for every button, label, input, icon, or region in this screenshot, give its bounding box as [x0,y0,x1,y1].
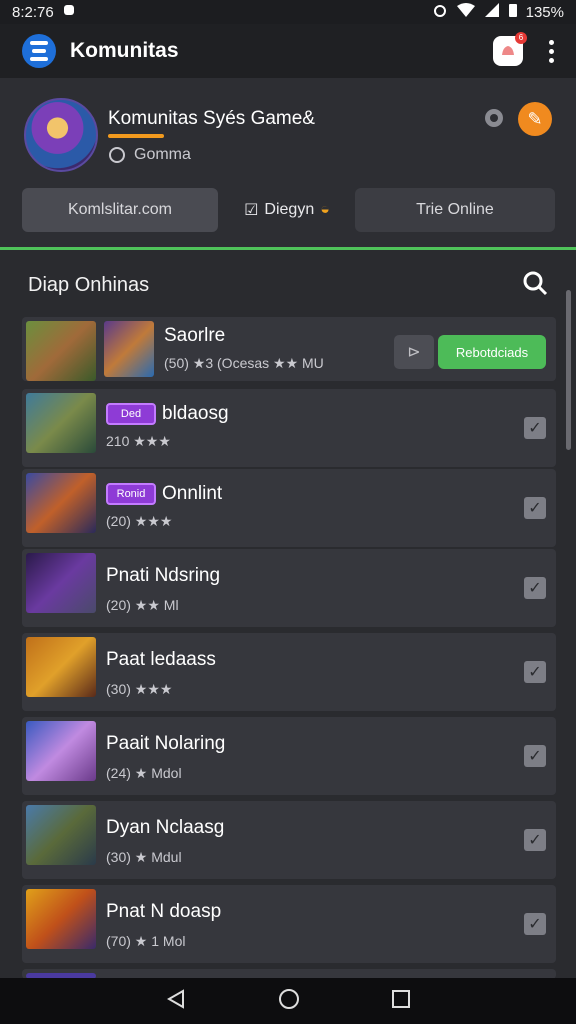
list-item[interactable]: Dyan Nclaasg (30) ★ Mdul ✓ [22,801,556,879]
tab-label: Diegyn [264,201,315,218]
community-subtitle: Gomma [134,146,191,163]
community-subtitle-row: Gomma [108,146,191,164]
check-icon: ✓ [528,420,542,437]
item-title: Pnati Ndsring [106,565,221,586]
tab-bar: Komlslitar.com ☑ Diegyn ◒ Trie Online [22,188,556,232]
scrollbar[interactable] [566,290,571,450]
check-icon: ✓ [528,832,542,849]
share-icon: ⊳ [407,344,421,361]
wifi-icon [456,2,476,22]
item-title: Paat ledaass [106,649,216,670]
check-icon: ✓ [528,664,542,681]
game-badge: Ded [106,403,156,425]
item-title: bldaosg [162,403,229,424]
app-bar: Komunitas 6 [0,24,576,78]
home-button[interactable] [278,988,300,1015]
game-thumbnail [26,721,96,781]
community-profile-card: Komunitas Syés Game& Gomma ✎ Komlslitar.… [0,78,576,250]
select-checkbox[interactable]: ✓ [524,577,546,599]
select-checkbox[interactable]: ✓ [524,829,546,851]
menu-logo-icon[interactable] [22,34,56,68]
item-title: Pnat N doasp [106,901,222,922]
list-item[interactable]: Paait Nolaring (24) ★ Mdol ✓ [22,717,556,795]
select-checkbox[interactable]: ✓ [524,745,546,767]
game-badge: Ronid [106,483,156,505]
eye-icon: ◒ [320,201,330,218]
back-button[interactable] [165,988,187,1015]
item-subtitle: (20) ★★★ [106,513,173,529]
settings-button[interactable] [482,106,506,135]
section-header: Diap Onhinas [0,253,576,317]
signal-icon [484,2,500,22]
notification-status-icon [62,3,76,21]
item-subtitle: (70) ★ 1 Mol [106,933,186,949]
recents-button[interactable] [391,989,411,1014]
item-subtitle: 210 ★★★ [106,433,171,449]
check-icon: ✓ [528,748,542,765]
alarm-icon [432,2,448,22]
action-button[interactable]: Rebotdciads [438,335,546,369]
gamepad-icon [109,147,125,163]
share-button[interactable]: ⊳ [394,335,434,369]
notification-badge: 6 [515,32,527,44]
check-icon: ✓ [528,500,542,517]
app-title: Komunitas [70,39,179,62]
item-subtitle: (50) ★3 (Ocesas ★★ MU [164,355,324,371]
community-name: Komunitas Syés Game& [108,108,315,129]
item-subtitle: (20) ★★ Ml [106,597,179,613]
game-thumbnail [26,553,96,613]
search-icon [523,271,548,295]
tab-trie-online[interactable]: Trie Online [355,188,555,232]
search-button[interactable] [522,270,548,301]
tab-komlslitar[interactable]: Komlslitar.com [22,188,218,232]
select-checkbox[interactable]: ✓ [524,497,546,519]
gear-icon [485,109,503,127]
tab-diegyn[interactable]: ☑ Diegyn ◒ [232,188,342,232]
notifications-button[interactable]: 6 [493,32,527,66]
avatar[interactable] [24,98,98,172]
list-item[interactable]: Pnati Ndsring (20) ★★ Ml ✓ [22,549,556,627]
tab-label: Komlslitar.com [67,201,173,218]
game-thumbnail [104,321,154,377]
back-triangle-icon [167,988,185,1009]
battery-level: 135% [525,3,564,21]
item-title: Paait Nolaring [106,733,226,754]
list-item[interactable]: Ronid Onnlint (20) ★★★ ✓ [22,469,556,547]
status-bar: 8:2:76 135% [0,0,576,24]
list-item[interactable]: Saorlre (50) ★3 (Ocesas ★★ MU ⊳ Rebotdci… [22,317,556,381]
select-checkbox[interactable]: ✓ [524,913,546,935]
item-title: Saorlre [164,325,226,346]
home-circle-icon [278,988,299,1009]
section-title: Diap Onhinas [28,273,150,296]
select-checkbox[interactable]: ✓ [524,417,546,439]
game-thumbnail [26,889,96,949]
tab-label: Trie Online [416,201,494,218]
item-subtitle: (30) ★ Mdul [106,849,182,865]
item-title: Dyan Nclaasg [106,817,225,838]
list-item[interactable]: Ded bldaosg 210 ★★★ ✓ [22,389,556,467]
check-icon: ✓ [528,580,542,597]
overflow-menu-icon[interactable] [549,39,554,63]
select-checkbox[interactable]: ✓ [524,661,546,683]
game-thumbnail [26,805,96,865]
battery-icon [508,2,518,22]
item-title: Onnlint [162,483,223,504]
edit-button[interactable]: ✎ [518,102,552,136]
game-thumbnail [26,393,96,453]
item-subtitle: (24) ★ Mdol [106,765,182,781]
recents-square-icon [391,989,410,1008]
item-subtitle: (30) ★★★ [106,681,173,697]
game-thumbnail [26,473,96,533]
pencil-icon: ✎ [527,108,543,129]
list-item[interactable]: Paat ledaass (30) ★★★ ✓ [22,633,556,711]
bell-icon [502,46,514,55]
status-time: 8:2:76 [12,3,54,21]
edit-square-icon: ☑ [244,202,259,219]
name-underline [108,134,164,138]
check-icon: ✓ [528,916,542,933]
game-thumbnail [26,637,96,697]
system-nav-bar [0,978,576,1024]
game-thumbnail [26,321,96,381]
list-item[interactable]: Pnat N doasp (70) ★ 1 Mol ✓ [22,885,556,963]
